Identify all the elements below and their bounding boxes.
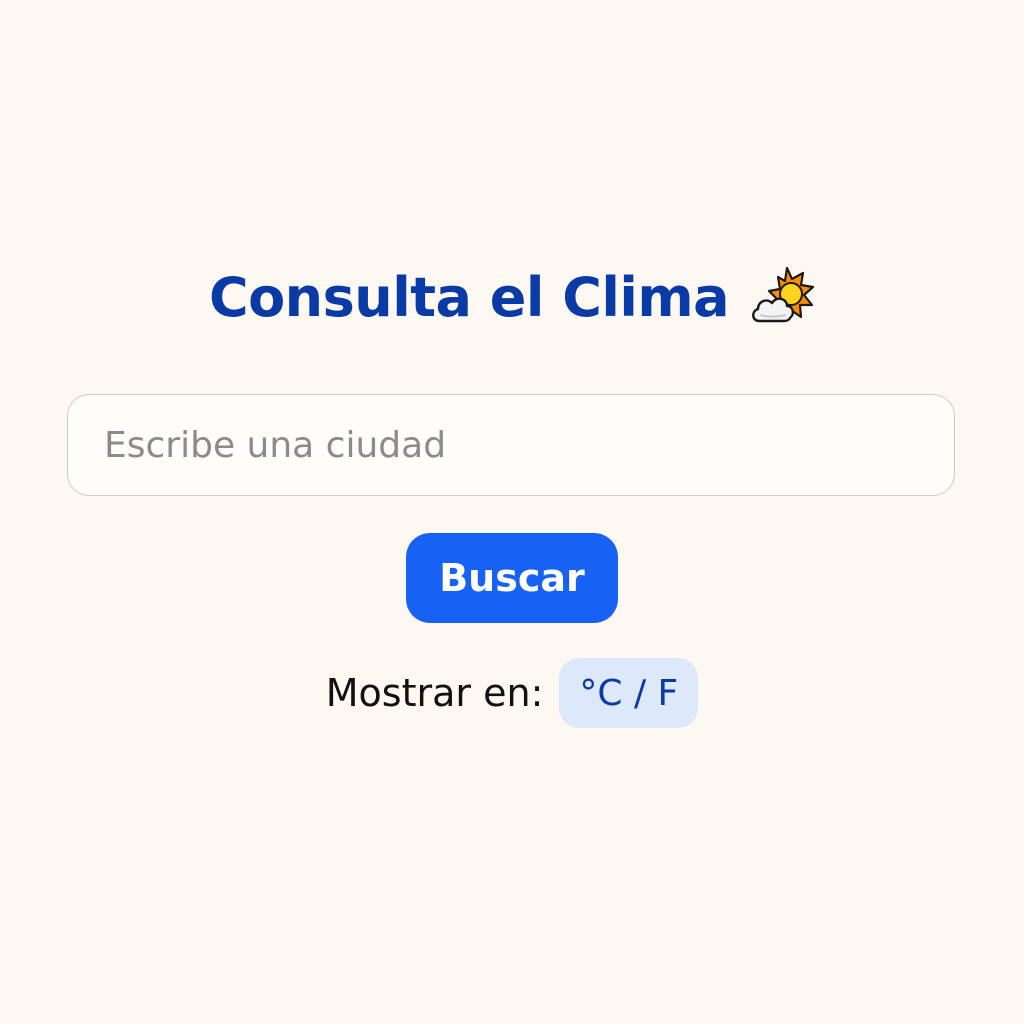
weather-search-page: Consulta el Clima Buscar Mostrar en: °C … (0, 0, 1024, 1024)
unit-selector: Mostrar en: °C / F (0, 658, 1024, 728)
unit-label: Mostrar en: (325, 671, 544, 715)
sun-behind-cloud-icon (749, 265, 815, 331)
unit-toggle-button[interactable]: °C / F (559, 658, 699, 728)
title-row: Consulta el Clima (0, 258, 1024, 338)
page-title: Consulta el Clima (208, 266, 730, 329)
search-button[interactable]: Buscar (406, 533, 618, 623)
city-search-input[interactable] (67, 394, 955, 496)
